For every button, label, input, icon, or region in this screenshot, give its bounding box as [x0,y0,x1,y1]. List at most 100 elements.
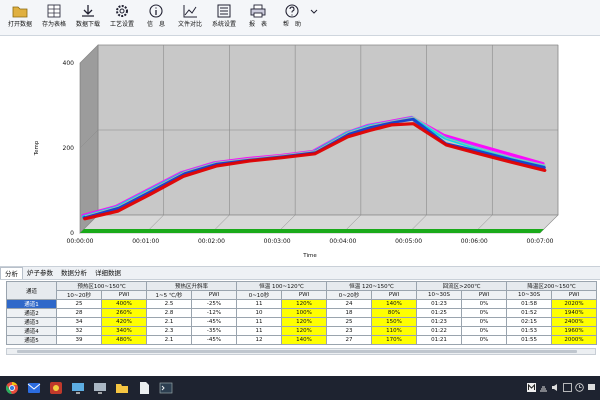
table-horizontal-scrollbar[interactable] [6,348,596,355]
x-tick-label: 00:07:00 [527,238,554,245]
process-settings-button[interactable]: 工艺设置 [106,0,138,29]
table-row[interactable]: 通道1 25 400% 2.5 -25% 11 120% 24 140% 01:23 0% 01:58… [6,299,598,309]
volume-icon[interactable] [550,380,560,394]
tab-data-analysis[interactable]: 数据分析 [57,267,91,279]
display-icon[interactable] [68,379,88,397]
taskbar [0,376,600,400]
table-cell: 0% [461,308,508,318]
group-header: 恒温 120~150℃ [326,281,418,291]
table-cell: 2.5 [146,299,192,309]
table-cell: 0% [461,317,508,327]
system-tray [524,380,596,394]
compare-chart-icon [183,5,197,18]
clock-icon[interactable] [574,380,584,394]
channel-name-cell[interactable]: 通道1 [6,299,57,309]
table-cell: 01:55 [506,335,553,345]
tab-analysis[interactable]: 分析 [0,267,23,279]
chrome-icon[interactable] [2,379,22,397]
settings-list-icon [217,4,231,18]
file-icon[interactable] [134,379,154,397]
wechat-icon[interactable] [46,379,66,397]
table-cell: 18 [326,308,373,318]
tray-m-icon[interactable] [526,380,536,394]
folder-icon[interactable] [112,379,132,397]
table-cell: 32 [56,326,102,336]
toolbar-more-button[interactable] [310,0,318,19]
x-tick-label: 00:05:00 [395,238,422,245]
monitor-icon[interactable] [90,379,110,397]
notification-icon[interactable] [586,380,596,394]
scrollbar-thumb[interactable] [17,350,577,353]
table-cell: 27 [326,335,373,345]
table-cell: -35% [190,326,238,336]
table-row[interactable]: 通道4 32 340% 2.3 -35% 11 120% 23 110% 01:22 0% 01:53… [6,326,598,336]
table-cell: 11 [236,317,283,327]
chevron-down-icon [310,9,318,14]
chart-canvas: 0 200 400 00:00:00 00:01:00 00:02:00 00:03:00 0… [34,44,559,259]
tab-detailed-data[interactable]: 详细数据 [91,267,125,279]
analysis-table: 通道 预热区100~150℃ 预热区升斜率 恒温 100~120℃ 恒温 120~150… [6,281,598,345]
save-table-label: 存为表格 [41,21,66,28]
terminal-icon[interactable] [156,379,176,397]
sub-header: 1~5 ℃/秒 [146,290,192,300]
table-cell: 140% [371,299,418,309]
x-tick-label: 00:06:00 [461,238,488,245]
printer-icon [250,4,266,18]
table-cell: 2.1 [146,317,192,327]
channel-name-cell[interactable]: 通道3 [6,317,57,327]
channel-name-cell[interactable]: 通道5 [6,335,57,345]
tab-oven-params[interactable]: 炉子参数 [23,267,57,279]
help-icon [285,4,299,18]
x-axis-title: Time [302,253,317,259]
group-header: 恒温 100~120℃ [236,281,328,291]
channel-name-cell[interactable]: 通道2 [6,308,57,318]
table-cell: 39 [56,335,102,345]
table-cell: 120% [281,326,328,336]
network-icon[interactable] [538,380,548,394]
folder-open-icon [12,6,28,18]
table-row[interactable]: 通道3 34 420% 2.1 -45% 11 120% 25 150% 01:23 0% 02:15… [6,317,598,327]
table-cell: 01:58 [506,299,553,309]
table-cell: 110% [371,326,418,336]
table-cell: 120% [281,317,328,327]
chart-baseline [80,229,544,233]
table-cell: 34 [56,317,102,327]
sub-header: 10~30S [506,290,553,300]
help-button[interactable]: 帮 助 [276,0,308,29]
mail-icon[interactable] [24,379,44,397]
ime-icon[interactable] [562,380,572,394]
sub-header: 0~20秒 [326,290,373,300]
open-data-button[interactable]: 打开数据 [4,0,36,29]
table-cell: 11 [236,299,283,309]
download-icon [82,5,94,17]
table-cell: 0% [461,326,508,336]
sub-header: PWI [551,290,598,300]
sub-header: 10~20秒 [56,290,102,300]
table-cell: 01:21 [416,335,463,345]
table-cell: 23 [326,326,373,336]
x-tick-label: 00:02:00 [198,238,225,245]
sub-header: PWI [371,290,418,300]
sub-header: PWI [461,290,508,300]
table-cell: 28 [56,308,102,318]
table-cell: 25 [326,317,373,327]
table-cell: 2.1 [146,335,192,345]
info-button[interactable]: 信 息 [140,0,172,29]
file-compare-button[interactable]: 文件对比 [174,0,206,29]
report-button[interactable]: 报 表 [242,0,274,29]
table-cell: 400% [101,299,147,309]
sub-header: PWI [190,290,238,300]
channel-name-cell[interactable]: 通道4 [6,326,57,336]
save-table-button[interactable]: 存为表格 [38,0,70,29]
table-cell: 02:15 [506,317,553,327]
table-cell: -45% [190,317,238,327]
open-data-label: 打开数据 [7,21,32,28]
table-cell: 11 [236,326,283,336]
table-cell: 140% [281,335,328,345]
table-row[interactable]: 通道2 28 260% 2.8 -12% 10 100% 18 80% 01:25 0% 01:52 1… [6,308,598,318]
table-cell: 2000% [551,335,598,345]
system-settings-button[interactable]: 系统设置 [208,0,240,29]
table-row[interactable]: 通道5 39 480% 2.1 -45% 12 140% 27 170% 01:21 0% 01:55… [6,335,598,345]
download-data-button[interactable]: 数据下载 [72,0,104,29]
table-cell: 12 [236,335,283,345]
